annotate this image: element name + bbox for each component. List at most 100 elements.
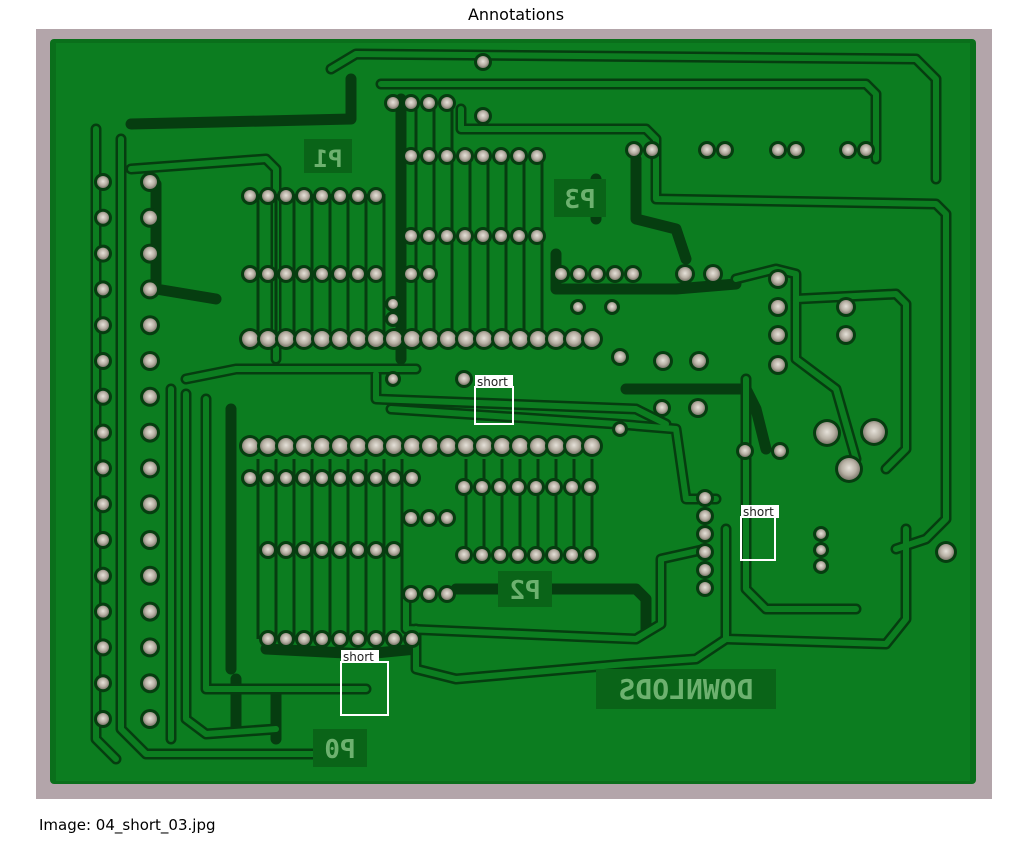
solder-pad <box>97 677 109 690</box>
solder-pad <box>143 175 157 189</box>
solder-pad <box>584 331 600 347</box>
solder-pad <box>495 230 507 242</box>
solder-pad <box>512 331 528 347</box>
solder-pad <box>816 545 826 555</box>
solder-pad <box>242 331 258 347</box>
solder-pad <box>280 472 292 484</box>
solder-pad <box>477 150 489 162</box>
solder-pad <box>441 512 453 524</box>
solder-pad <box>566 481 578 493</box>
solder-pad <box>370 268 382 280</box>
solder-pad <box>699 564 711 576</box>
solder-pad <box>458 481 470 493</box>
solder-pad <box>314 438 330 454</box>
solder-pad <box>143 318 157 333</box>
solder-pad <box>699 582 711 594</box>
solder-pad <box>584 438 600 454</box>
solder-pad <box>352 633 364 645</box>
solder-pad <box>790 144 802 156</box>
solder-pad <box>97 319 109 332</box>
solder-pad <box>280 544 292 556</box>
solder-pad <box>404 331 420 347</box>
solder-pad <box>370 472 382 484</box>
solder-pad <box>262 472 274 484</box>
solder-pad <box>513 230 525 242</box>
solder-pad <box>422 438 438 454</box>
solder-pad <box>458 438 474 454</box>
solder-pad <box>244 268 256 280</box>
solder-pad <box>352 268 364 280</box>
solder-pad <box>406 472 418 484</box>
solder-pad <box>530 331 546 347</box>
solder-pad <box>771 358 785 372</box>
solder-pad <box>699 528 711 540</box>
solder-pad <box>646 144 658 156</box>
solder-pad <box>405 97 417 109</box>
solder-pad <box>627 268 639 280</box>
solder-pad <box>548 438 564 454</box>
solder-pad <box>97 426 109 439</box>
solder-pad <box>97 498 109 511</box>
solder-pad <box>566 331 582 347</box>
solder-pad <box>609 268 621 280</box>
solder-pad <box>530 481 542 493</box>
image-caption: Image: 04_short_03.jpg <box>39 816 216 834</box>
solder-pad <box>530 549 542 561</box>
solder-pad <box>97 176 109 188</box>
solder-pad <box>584 481 596 493</box>
solder-pad <box>423 268 435 280</box>
solder-pad <box>423 230 435 242</box>
solder-pad <box>459 150 471 162</box>
annotation-label: short <box>343 650 374 664</box>
solder-pad <box>370 633 382 645</box>
solder-pad <box>495 150 507 162</box>
solder-pad <box>242 438 258 454</box>
solder-pad <box>143 533 157 547</box>
solder-pad <box>441 230 453 242</box>
solder-pad <box>316 268 328 280</box>
solder-pad <box>316 544 328 556</box>
solder-pad <box>477 110 489 122</box>
solder-pad <box>298 472 310 484</box>
solder-pad <box>423 150 435 162</box>
solder-pad <box>548 481 560 493</box>
solder-pad <box>370 190 382 202</box>
solder-pad <box>530 438 546 454</box>
solder-pad <box>422 331 438 347</box>
solder-pad <box>334 190 346 202</box>
solder-pad <box>566 549 578 561</box>
solder-pad <box>314 331 330 347</box>
solder-pad <box>458 373 470 385</box>
solder-pad <box>260 331 276 347</box>
solder-pad <box>368 438 384 454</box>
solder-pad <box>316 472 328 484</box>
solder-pad <box>262 190 274 202</box>
solder-pad <box>423 512 435 524</box>
solder-pad <box>691 401 705 415</box>
solder-pad <box>441 588 453 600</box>
solder-pad <box>441 97 453 109</box>
solder-pad <box>459 230 471 242</box>
solder-pad <box>405 268 417 280</box>
silk-label-p1: P1 <box>314 145 343 173</box>
solder-pad <box>699 510 711 522</box>
silk-label-p3: P3 <box>564 185 595 215</box>
solder-pad <box>477 230 489 242</box>
solder-pad <box>97 355 109 367</box>
solder-pad <box>143 282 157 297</box>
solder-pad <box>771 328 785 342</box>
solder-pad <box>97 283 109 296</box>
solder-pad <box>404 438 420 454</box>
solder-pad <box>97 713 109 725</box>
solder-pad <box>839 300 853 314</box>
solder-pad <box>405 512 417 524</box>
solder-pad <box>494 331 510 347</box>
solder-pad <box>97 641 109 654</box>
solder-pad <box>296 331 312 347</box>
solder-pad <box>458 331 474 347</box>
solder-pad <box>513 150 525 162</box>
solder-pad <box>512 438 528 454</box>
solder-pad <box>584 549 596 561</box>
solder-pad <box>316 190 328 202</box>
solder-pad <box>512 481 524 493</box>
